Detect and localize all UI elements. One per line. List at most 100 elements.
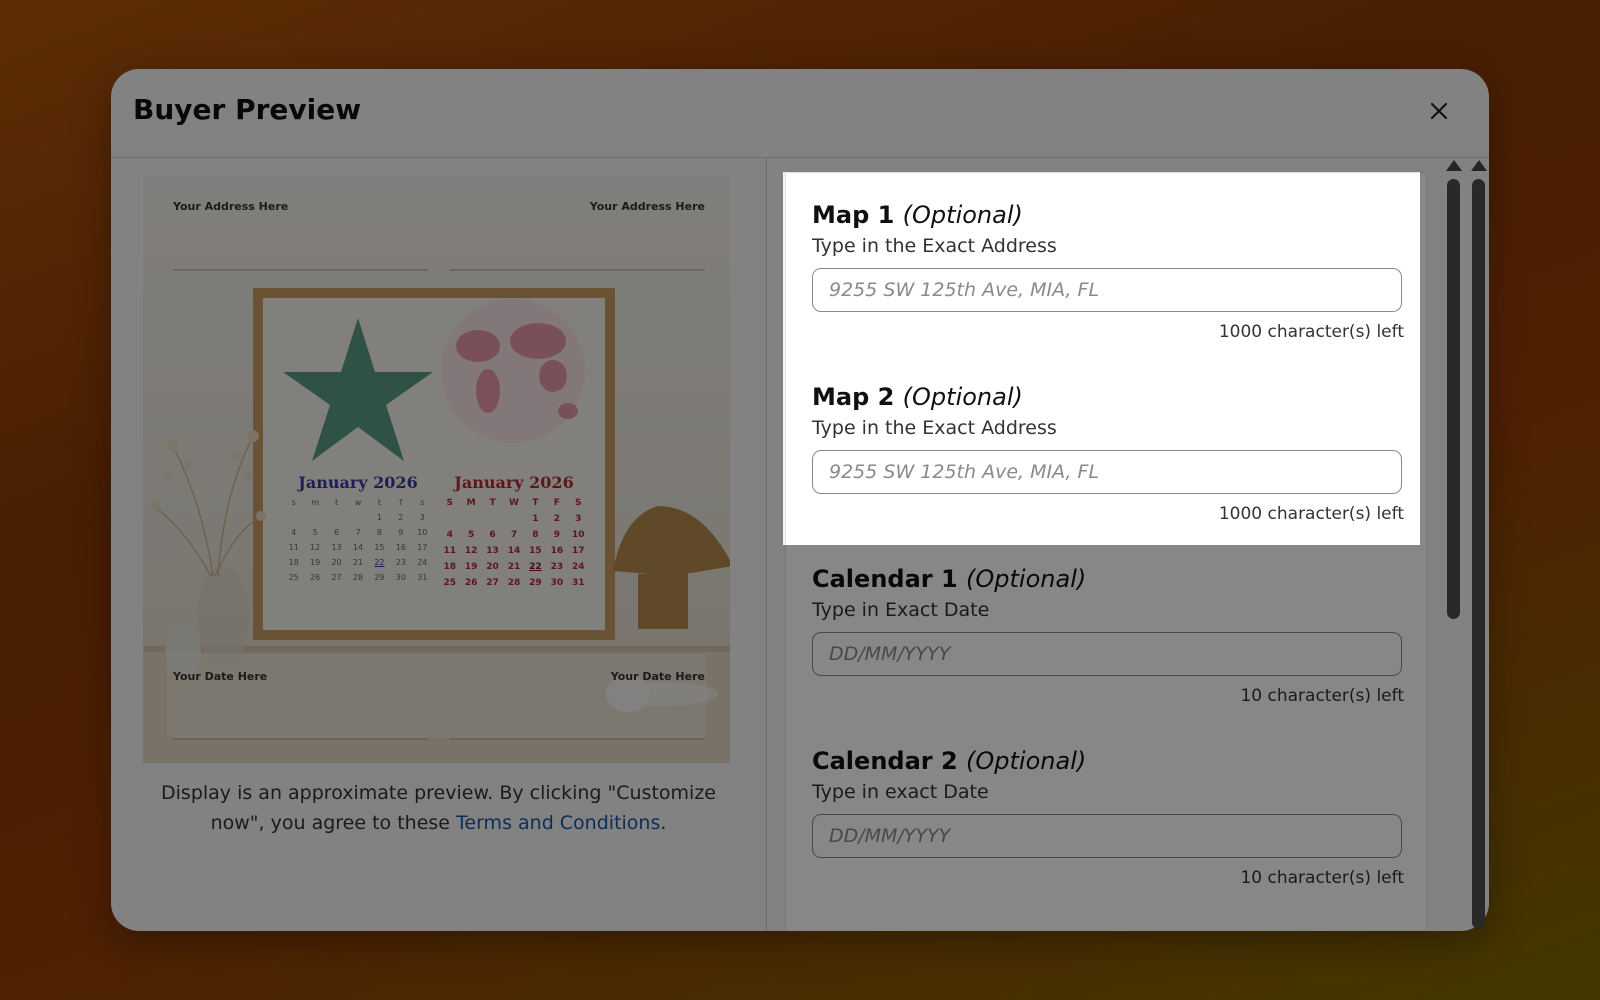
preview-disclaimer: Display is an approximate preview. By cl…	[151, 778, 726, 838]
calendar-day-header: m	[311, 498, 320, 507]
calendar-right-grid: S M T W T F S 1 2 3 4 5 6 7 8 9 10 11 12 13 14 15 16 17 18 19 20 21…	[439, 498, 589, 588]
date-label-right: Your Date Here	[610, 670, 705, 683]
calendar-day: 29	[529, 578, 542, 588]
calendar-day: 6	[489, 530, 496, 540]
calendar-day	[503, 514, 524, 524]
calendar-day: 21	[352, 558, 364, 567]
map2-title-text: Map 2	[812, 383, 895, 411]
calendar-day: 2	[398, 513, 404, 522]
calendar-day: 30	[550, 578, 564, 588]
calendar-day-header: s	[291, 498, 296, 507]
calendar-day-header: s	[420, 498, 425, 507]
calendar1-date-input[interactable]	[812, 632, 1402, 676]
outer-scrollbar[interactable]	[1471, 160, 1487, 929]
calendar-day: 27	[331, 573, 342, 582]
calendar-left-grid: s m t w t f s 1 2 3 4 5 6 7 8 9 10 11 12 13 14 15 16 17 18 19 20 21…	[283, 498, 433, 582]
calendar-day: 18	[288, 558, 299, 567]
address-label-right: Your Address Here	[589, 200, 705, 213]
calendar2-optional: (Optional)	[966, 747, 1087, 775]
calendar-day-header: f	[399, 498, 403, 507]
outer-scrollbar-thumb[interactable]	[1471, 179, 1485, 929]
calendar-day	[439, 514, 460, 524]
scroll-up-arrow-icon[interactable]	[1471, 160, 1487, 171]
calendar-day	[482, 514, 503, 524]
calendar-day: 18	[443, 562, 456, 572]
customization-pane: Map 1 (Optional) Type in the Exact Addre…	[767, 158, 1489, 931]
map1-title-text: Map 1	[812, 201, 895, 229]
close-icon	[1430, 102, 1448, 120]
customization-form: Map 1 (Optional) Type in the Exact Addre…	[785, 172, 1427, 931]
calendar-day	[283, 513, 304, 522]
map1-optional: (Optional)	[902, 201, 1023, 229]
calendar-day: 17	[572, 546, 585, 556]
calendar-left: January 2026 s m t w t f s 1 2 3 4 5 6 7 8 9 10 11 12 13 14 1…	[283, 473, 433, 582]
calendar-day: 15	[529, 546, 542, 556]
calendar-day: 22	[374, 558, 385, 567]
calendar-day: 14	[507, 546, 521, 556]
calendar-day: 1	[532, 514, 539, 524]
calendar-day: 5	[468, 530, 475, 540]
calendar2-field: Calendar 2 (Optional) Type in exact Date…	[812, 747, 1404, 888]
disclaimer-end: .	[660, 812, 667, 834]
close-button[interactable]	[1423, 95, 1455, 127]
product-preview-image: Your Address Here Your Address Here Your…	[143, 176, 730, 763]
calendar-day-header: F	[553, 498, 560, 508]
calendar-day: 25	[443, 578, 456, 588]
calendar-day-header: S	[575, 498, 582, 508]
calendar-left-title: January 2026	[298, 473, 418, 492]
calendar1-title-text: Calendar 1	[812, 565, 958, 593]
buyer-preview-modal: Buyer Preview Your Address Here Your Add…	[111, 69, 1489, 931]
calendar-day: 11	[288, 543, 299, 552]
calendar-day: 27	[486, 578, 499, 588]
calendar-day: 19	[464, 562, 478, 572]
calendar-day: 3	[575, 514, 582, 524]
calendar2-date-input[interactable]	[812, 814, 1402, 858]
calendar2-title: Calendar 2 (Optional)	[812, 747, 1404, 775]
terms-link[interactable]: Terms and Conditions	[456, 812, 660, 834]
calendar2-subtitle: Type in exact Date	[812, 781, 989, 803]
calendar-right-title: January 2026	[454, 473, 574, 492]
map2-address-input[interactable]	[812, 450, 1402, 494]
calendar-day-header: t	[334, 498, 339, 507]
calendar-day-header: T	[489, 498, 496, 508]
calendar-day: 4	[446, 530, 453, 540]
calendar-day-header: w	[354, 498, 362, 507]
calendar-day: 20	[486, 562, 499, 572]
inner-scrollbar[interactable]	[1446, 160, 1462, 619]
map1-address-input[interactable]	[812, 268, 1402, 312]
map2-subtitle: Type in the Exact Address	[812, 417, 1057, 439]
inner-scrollbar-thumb[interactable]	[1446, 179, 1460, 619]
calendar-day: 15	[374, 543, 385, 552]
calendar-day: 12	[464, 546, 478, 556]
calendar-day: 1	[376, 513, 382, 522]
calendar1-optional: (Optional)	[966, 565, 1087, 593]
calendar-day	[460, 514, 481, 524]
calendar-day: 22	[529, 562, 542, 572]
address-label-left: Your Address Here	[173, 200, 289, 213]
calendar-day: 31	[572, 578, 585, 588]
calendar-day: 19	[310, 558, 321, 567]
calendar-day: 23	[395, 558, 406, 567]
calendar-day: 8	[532, 530, 539, 540]
calendar-day: 10	[417, 528, 428, 537]
calendar-day: 10	[572, 530, 585, 540]
calendar-day: 30	[395, 573, 406, 582]
calendar1-field: Calendar 1 (Optional) Type in Exact Date…	[812, 565, 1404, 706]
calendar-day: 6	[334, 528, 340, 537]
map1-field: Map 1 (Optional) Type in the Exact Addre…	[812, 201, 1404, 342]
calendar-day-header: S	[446, 498, 453, 508]
calendar-day: 26	[310, 573, 321, 582]
calendar-day: 9	[553, 530, 560, 540]
modal-header: Buyer Preview	[111, 69, 1489, 158]
calendar-day-header: T	[532, 498, 539, 508]
scroll-up-arrow-icon[interactable]	[1446, 160, 1462, 171]
calendar-day: 13	[486, 546, 499, 556]
calendar-day: 26	[464, 578, 478, 588]
calendar-day: 23	[550, 562, 564, 572]
calendar1-char-count: 10 character(s) left	[1240, 686, 1404, 706]
calendar-day: 7	[510, 530, 518, 540]
date-label-left: Your Date Here	[173, 670, 268, 683]
map2-char-count: 1000 character(s) left	[1218, 504, 1404, 524]
calendar1-title: Calendar 1 (Optional)	[812, 565, 1404, 593]
calendar-day	[347, 513, 368, 522]
